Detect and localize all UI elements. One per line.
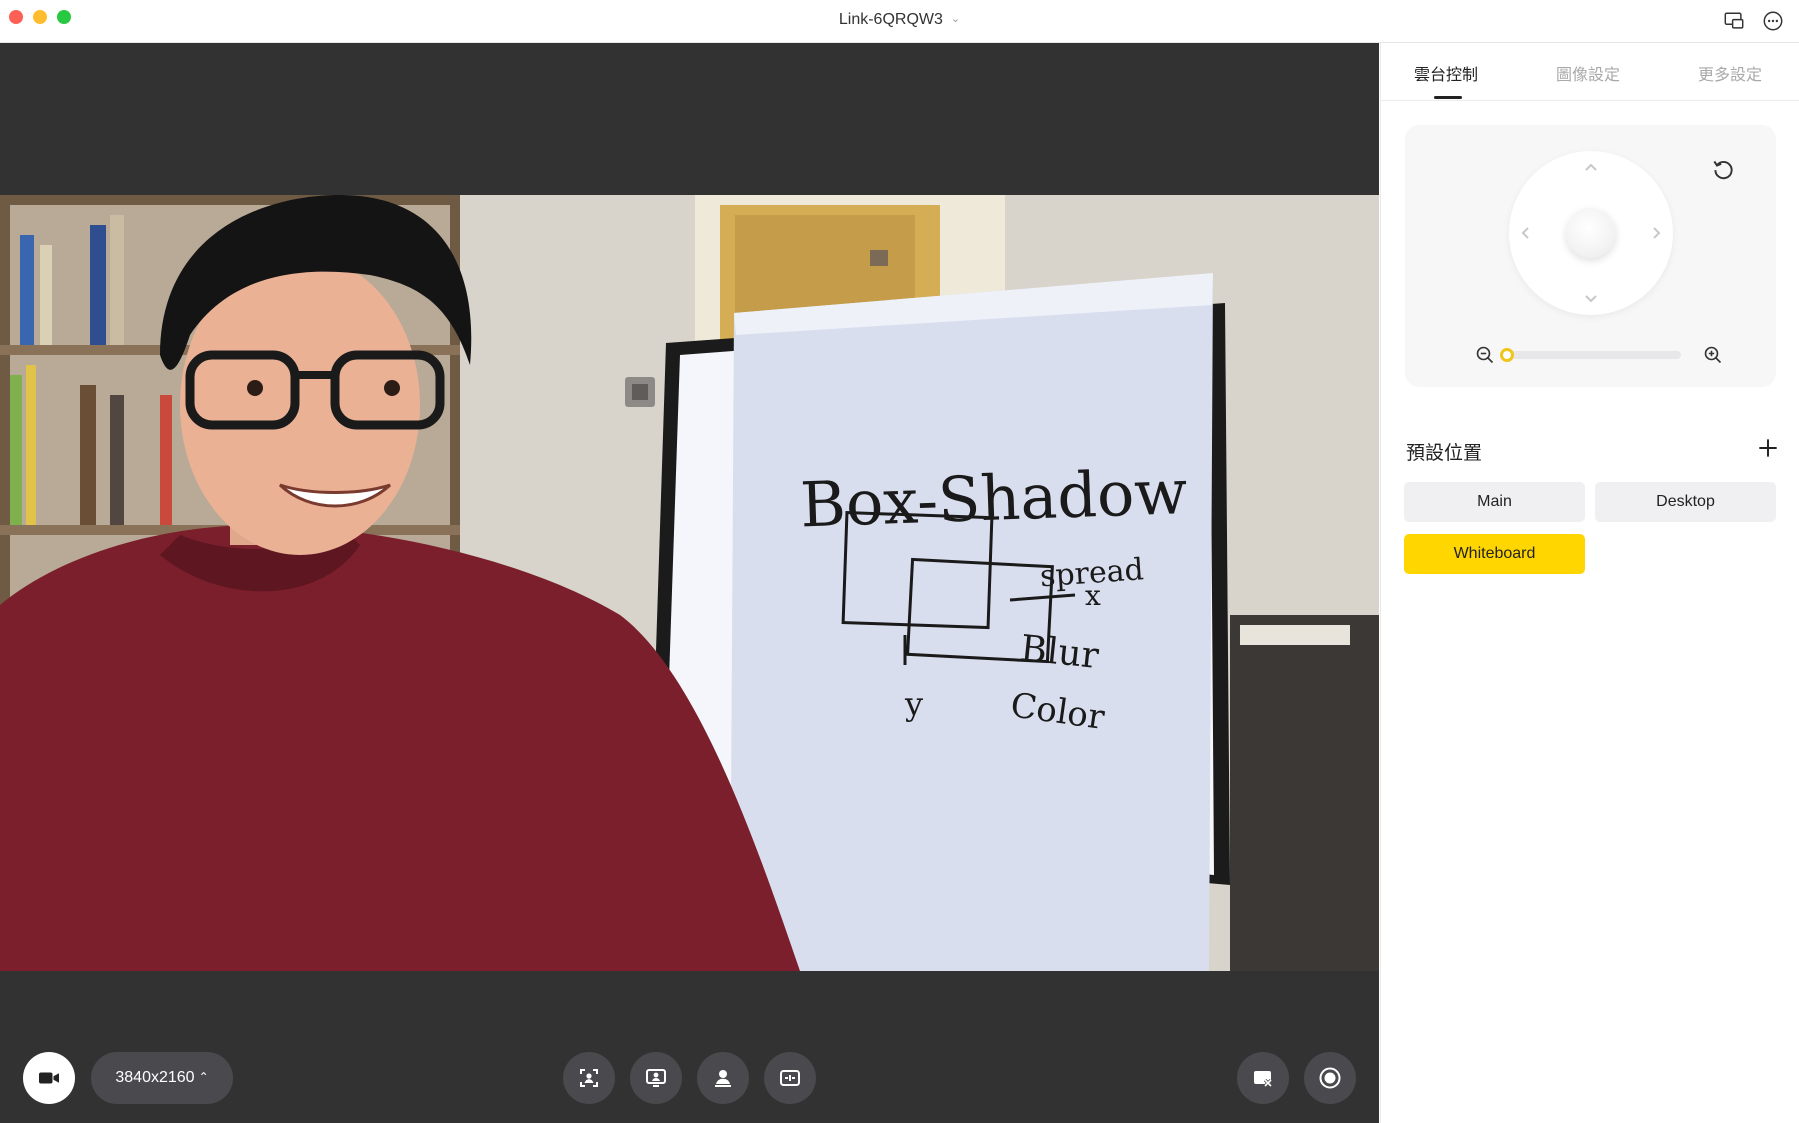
screen-share-icon[interactable] (1723, 10, 1745, 32)
svg-text:x: x (1085, 579, 1101, 612)
control-sidebar: 雲台控制 圖像設定 更多設定 預設位置 Main Desktop Whitebo… (1380, 43, 1799, 1123)
ptz-control-panel (1405, 125, 1776, 387)
desk-mode-icon (780, 1070, 800, 1086)
tracking-icon (646, 1069, 666, 1087)
camera-preview: Box-Shadow spread x y Blur Color (0, 195, 1379, 971)
preset-section-title: 預設位置 (1406, 443, 1483, 464)
chevron-up-icon: ⌃ (198, 1069, 209, 1084)
title-bar: Link-6QRQW3 ⌄ (0, 0, 1799, 43)
resolution-selector[interactable]: 3840x2160 ⌃ (91, 1052, 233, 1104)
preset-button-whiteboard[interactable]: Whiteboard (1404, 534, 1585, 574)
tab-ptz-control[interactable]: 雲台控制 (1414, 61, 1478, 85)
pan-left-icon[interactable] (1515, 223, 1535, 243)
preset-button-desktop[interactable]: Desktop (1595, 482, 1776, 522)
pan-right-icon[interactable] (1647, 223, 1667, 243)
preset-button-main[interactable]: Main (1404, 482, 1585, 522)
desk-mode-button[interactable] (764, 1052, 816, 1104)
record-icon (1319, 1067, 1341, 1089)
auto-framing-button[interactable] (563, 1052, 615, 1104)
svg-text:y: y (904, 685, 923, 723)
chevron-down-icon: ⌄ (950, 13, 961, 25)
camera-feed-image: Box-Shadow spread x y Blur Color (0, 195, 1379, 971)
reset-position-icon[interactable] (1710, 156, 1736, 182)
app-window: Link-6QRQW3 ⌄ Box-Shadow spread x y Blur… (0, 0, 1799, 1123)
presenter-mode-icon (715, 1070, 731, 1087)
auto-framing-icon (580, 1069, 598, 1087)
zoom-in-icon[interactable] (1703, 345, 1723, 365)
presenter-mode-button[interactable] (697, 1052, 749, 1104)
pan-up-icon[interactable] (1581, 157, 1601, 177)
zoom-slider[interactable] (1500, 348, 1681, 362)
joystick-knob[interactable] (1566, 208, 1616, 258)
resolution-label: 3840x2160 (115, 1069, 195, 1086)
camera-icon (39, 1072, 59, 1084)
record-button[interactable] (1304, 1052, 1356, 1104)
zoom-slider-handle[interactable] (1500, 348, 1514, 362)
svg-text:Blur: Blur (1018, 628, 1101, 677)
window-title-dropdown[interactable]: Link-6QRQW3 ⌄ (0, 11, 1799, 29)
privacy-mode-button[interactable] (1237, 1052, 1289, 1104)
settings-tabs: 雲台控制 圖像設定 更多設定 (1381, 43, 1799, 101)
tracking-button[interactable] (630, 1052, 682, 1104)
pan-down-icon[interactable] (1581, 289, 1601, 309)
more-options-icon[interactable] (1762, 10, 1784, 32)
add-preset-icon[interactable] (1755, 435, 1781, 461)
svg-text:Box-Shadow: Box-Shadow (799, 455, 1188, 541)
privacy-mode-icon (1254, 1071, 1273, 1088)
camera-toggle-button[interactable] (23, 1052, 75, 1104)
tab-more-settings[interactable]: 更多設定 (1698, 61, 1762, 85)
zoom-out-icon[interactable] (1475, 345, 1495, 365)
active-tab-indicator (1434, 96, 1462, 99)
video-stage: Box-Shadow spread x y Blur Color (0, 43, 1379, 1123)
tab-image-settings[interactable]: 圖像設定 (1556, 61, 1620, 85)
ptz-joystick[interactable] (1509, 151, 1673, 315)
window-title: Link-6QRQW3 (838, 11, 943, 28)
